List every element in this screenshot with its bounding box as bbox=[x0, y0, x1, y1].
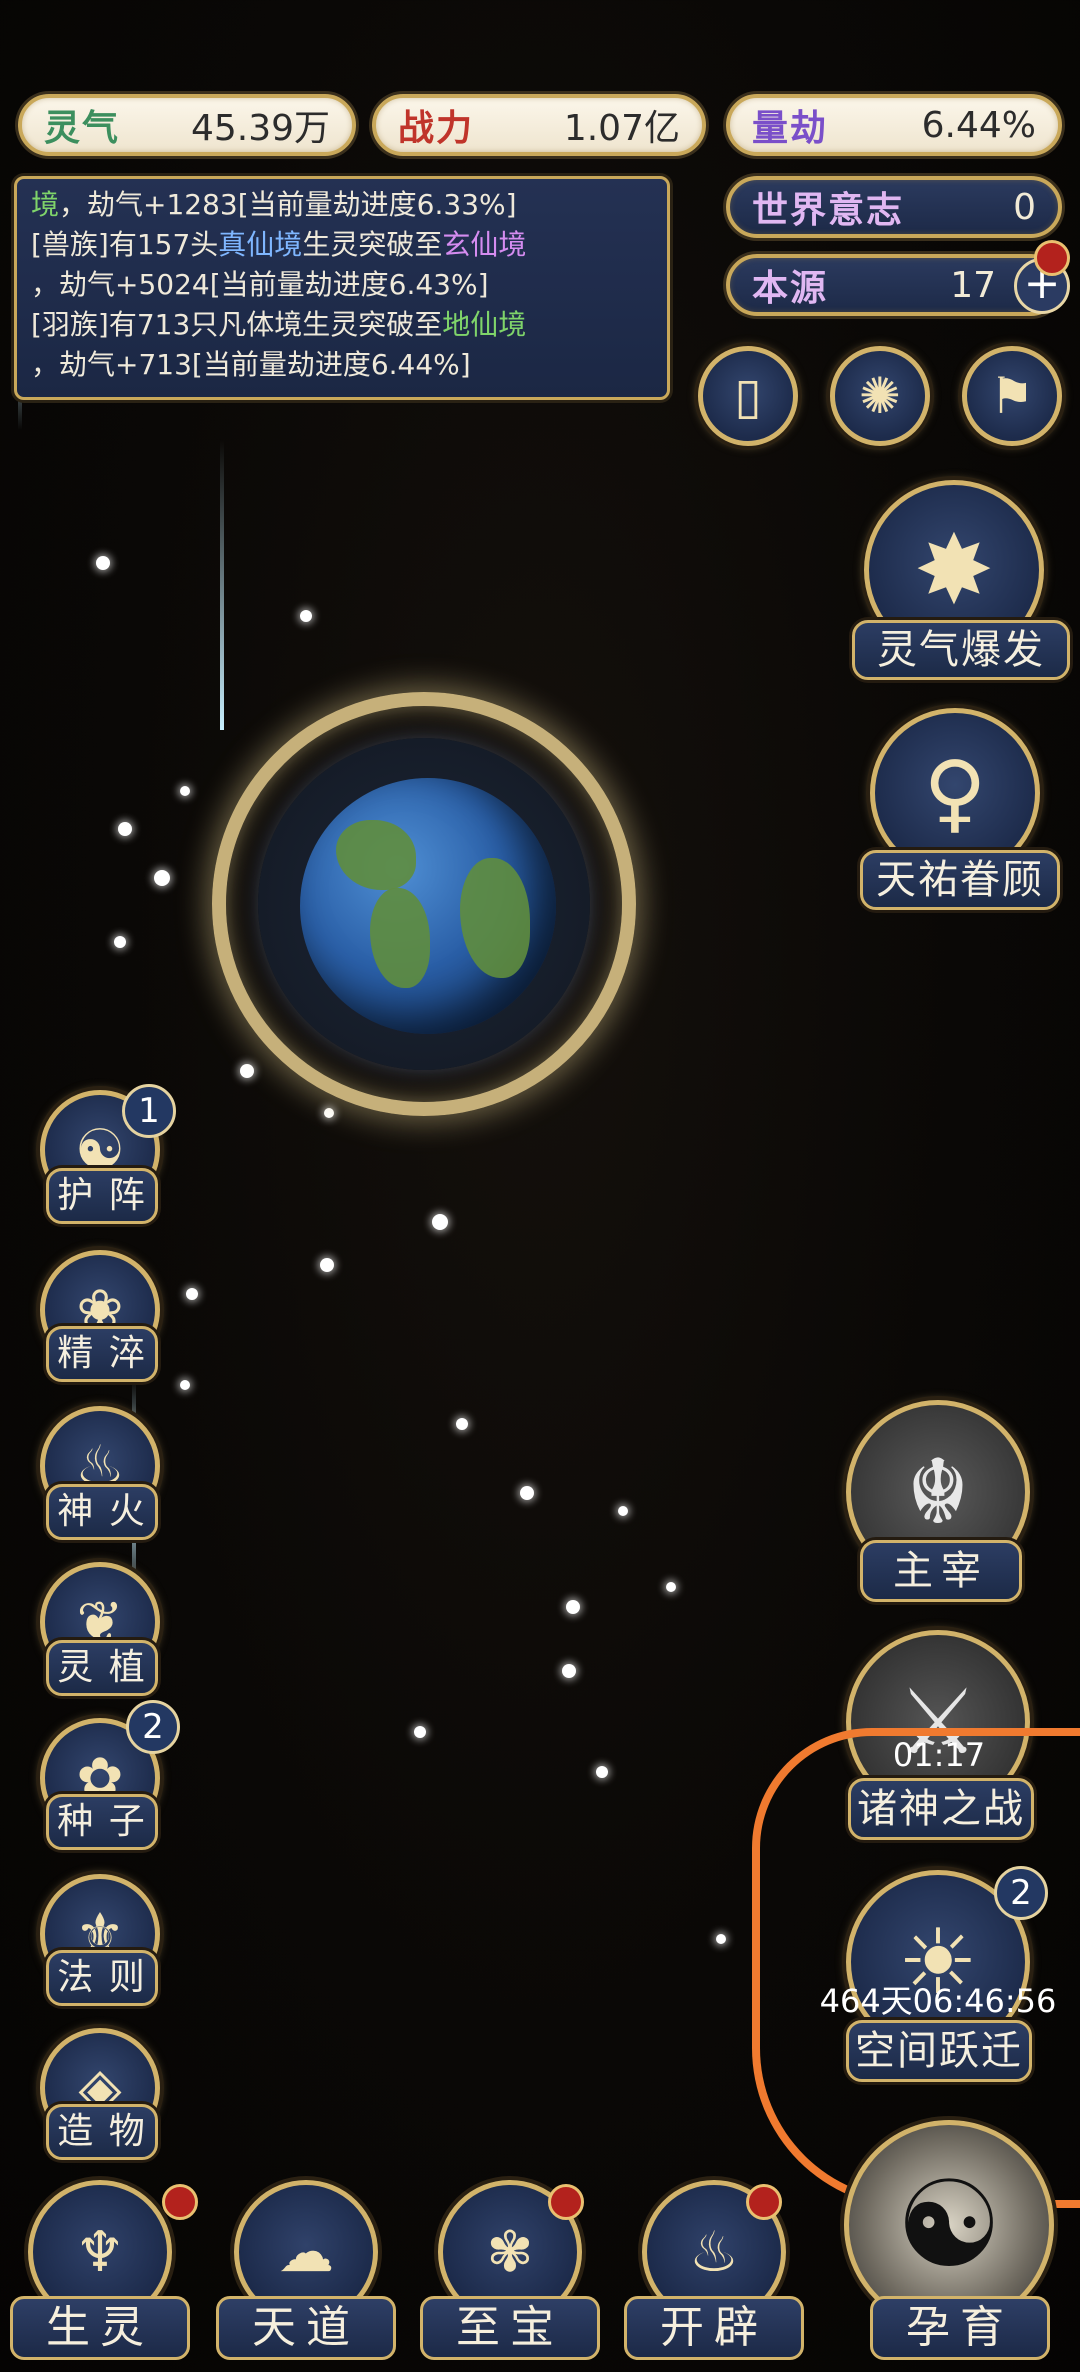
notification-dot bbox=[162, 2184, 198, 2220]
nav-treasure-label: 至宝 bbox=[420, 2296, 600, 2360]
nav-heaven-label: 天道 bbox=[216, 2296, 396, 2360]
notification-dot bbox=[1034, 240, 1070, 276]
master-button[interactable]: 主宰 bbox=[860, 1540, 1022, 1602]
seed-button[interactable]: 种 子 bbox=[46, 1794, 158, 1850]
zhanli-stat[interactable]: 战力 1.07亿 bbox=[372, 94, 706, 156]
vortex-icon: ✺ bbox=[859, 367, 901, 425]
zhanli-value: 1.07亿 bbox=[563, 108, 680, 149]
origin-value: 17 bbox=[950, 264, 996, 306]
lingqi-value: 45.39万 bbox=[190, 108, 330, 149]
goddess-icon: ♀ bbox=[923, 743, 987, 843]
protect-array-button[interactable]: 护 阵 bbox=[46, 1168, 158, 1224]
log-line: [兽族]有157头真仙境生灵突破至玄仙境 bbox=[31, 228, 527, 261]
origin-stat[interactable]: 本源 17 bbox=[726, 254, 1062, 316]
spirit-plant-button[interactable]: 灵 植 bbox=[46, 1640, 158, 1696]
world-will-value: 0 bbox=[1013, 186, 1036, 228]
refine-button[interactable]: 精 淬 bbox=[46, 1326, 158, 1382]
notification-dot bbox=[746, 2184, 782, 2220]
lingqi-label: 灵气 bbox=[44, 108, 121, 149]
flag-icon: ⚑ bbox=[989, 367, 1035, 425]
nav-heaven[interactable]: ☁ 天道 bbox=[216, 2180, 396, 2360]
starburst-icon: ✸ bbox=[913, 514, 995, 626]
divine-fire-button[interactable]: 神 火 bbox=[46, 1484, 158, 1540]
light-beam bbox=[220, 440, 224, 730]
nav-nurture[interactable]: ☯ 孕育 bbox=[830, 2120, 1060, 2360]
liangjie-stat[interactable]: 量劫 6.44% bbox=[726, 94, 1062, 156]
log-line: [羽族]有713只凡体境生灵突破至地仙境 bbox=[31, 308, 527, 341]
notification-dot bbox=[548, 2184, 584, 2220]
world-will-label: 世界意志 bbox=[752, 190, 905, 231]
land-mass bbox=[336, 820, 416, 890]
log-line: ，劫气+5024[当前量劫进度6.43%] bbox=[31, 268, 489, 301]
seed-badge: 2 bbox=[126, 1700, 180, 1754]
zhanli-label: 战力 bbox=[398, 108, 475, 149]
burst-button[interactable]: 灵气爆发 bbox=[852, 620, 1070, 680]
vortex-button[interactable]: ✺ bbox=[830, 346, 930, 446]
liangjie-value: 6.44% bbox=[921, 104, 1036, 146]
flag-button[interactable]: ⚑ bbox=[962, 346, 1062, 446]
protect-array-badge: 1 bbox=[122, 1084, 176, 1138]
liangjie-label: 量劫 bbox=[752, 108, 829, 149]
event-log: 境，劫气+1283[当前量劫进度6.33%] [兽族]有157头真仙境生灵突破至… bbox=[14, 176, 670, 400]
dragon-icon: ☬ bbox=[906, 1439, 970, 1545]
land-mass bbox=[370, 888, 430, 988]
world-will-stat[interactable]: 世界意志 0 bbox=[726, 176, 1062, 238]
creation-button[interactable]: 造 物 bbox=[46, 2104, 158, 2160]
cards-icon: ▯ bbox=[734, 367, 762, 425]
law-button[interactable]: 法 则 bbox=[46, 1950, 158, 2006]
lingqi-stat[interactable]: 灵气 45.39万 bbox=[18, 94, 356, 156]
earth-globe[interactable] bbox=[300, 778, 556, 1034]
nav-nurture-label: 孕育 bbox=[870, 2296, 1050, 2360]
nav-create-label: 开辟 bbox=[624, 2296, 804, 2360]
log-line: ，劫气+713[当前量劫进度6.44%] bbox=[31, 348, 471, 381]
origin-label: 本源 bbox=[752, 268, 829, 309]
land-mass bbox=[460, 858, 530, 978]
nav-creatures-label: 生灵 bbox=[10, 2296, 190, 2360]
log-line: 境，劫气+1283[当前量劫进度6.33%] bbox=[31, 188, 517, 221]
cards-button[interactable]: ▯ bbox=[698, 346, 798, 446]
blessing-button[interactable]: 天祐眷顾 bbox=[860, 850, 1060, 910]
